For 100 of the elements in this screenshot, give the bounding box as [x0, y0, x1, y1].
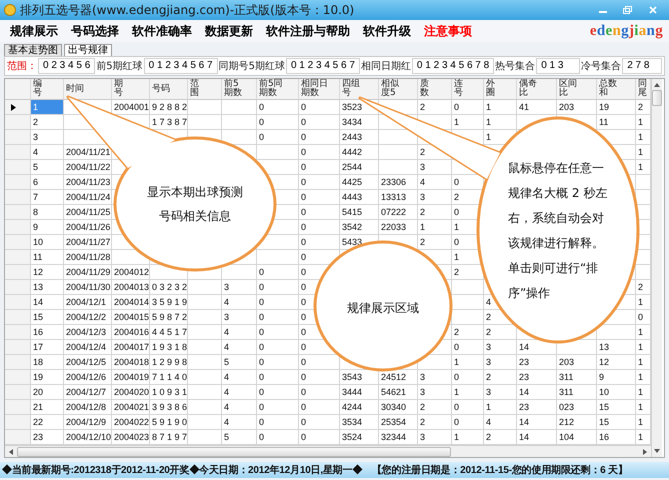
tab[interactable]: 出号规律	[64, 44, 112, 56]
table-cell: 3	[484, 355, 517, 370]
column-header[interactable]: 号码	[150, 79, 188, 100]
column-header[interactable]: 相似度5	[379, 79, 418, 100]
table-cell: 2004/11/25	[64, 205, 112, 220]
table-cell: 3	[222, 280, 257, 296]
table-cell: 203	[557, 355, 597, 370]
table-cell: 11	[597, 115, 636, 130]
table-cell: 2004022	[112, 415, 150, 430]
row-header[interactable]	[5, 100, 31, 116]
table-cell: 2	[418, 100, 452, 116]
column-header[interactable]: 期号	[112, 79, 150, 100]
column-header[interactable]: 前5期数	[222, 79, 257, 100]
table-cell: 2004020	[112, 385, 150, 400]
table-cell: 1	[484, 400, 517, 416]
table-cell: 9	[31, 220, 64, 236]
current-row-icon	[11, 104, 16, 111]
coin-icon	[4, 4, 16, 16]
table-cell: 1	[418, 220, 452, 236]
filter-field[interactable]: 0 1 2 3 4 5 6 7	[144, 58, 218, 74]
table-cell: 2004/12/2	[64, 310, 112, 326]
table-cell: 3	[222, 310, 257, 326]
table-cell: 3	[31, 130, 64, 146]
filter-label: 范围：	[7, 60, 37, 73]
filter-field[interactable]: 0 1 2 3 4 5 6 7	[286, 58, 360, 74]
scrollbar-thumb[interactable]	[652, 90, 662, 106]
table-cell: 4443	[340, 190, 379, 206]
table-cell: 0	[299, 205, 340, 220]
column-header[interactable]: 偶奇比	[517, 79, 557, 100]
menu-item[interactable]: 软件升级	[363, 22, 411, 40]
table-cell: 5	[222, 355, 257, 370]
column-header[interactable]: 外圈	[484, 79, 517, 100]
menu-item[interactable]: 软件准确率	[132, 22, 192, 40]
close-icon	[649, 6, 657, 14]
table-cell: 0 3 2 3 2	[150, 280, 188, 296]
filter-field[interactable]: 2 7 8	[622, 58, 662, 74]
table-cell: 2004/12/1	[64, 295, 112, 310]
column-header[interactable]: 范围	[188, 79, 222, 100]
table-cell: 0	[257, 115, 299, 130]
table-cell: 0	[299, 115, 340, 130]
table-cell: 19	[31, 370, 64, 386]
scrollbar-thumb[interactable]	[17, 446, 451, 457]
table-cell: 1 9 3 1 8	[150, 340, 188, 356]
table-cell: 2	[418, 235, 452, 250]
table-cell	[379, 145, 418, 160]
table-cell: 3434	[340, 115, 379, 130]
table-cell: 14	[517, 415, 557, 430]
table-cell: 10	[597, 385, 636, 400]
table-cell: 1	[31, 100, 64, 116]
table-cell: 4	[31, 145, 64, 160]
table-cell: 2004/12/5	[64, 355, 112, 370]
table-cell: 18	[31, 355, 64, 370]
table-cell: 2	[484, 370, 517, 386]
column-header[interactable]: 总数和	[597, 79, 636, 100]
filter-field[interactable]: 0 1 3	[536, 58, 580, 74]
table-cell: 4	[418, 175, 452, 190]
menu-item[interactable]: 注意事项	[424, 22, 472, 40]
table-cell	[188, 385, 222, 400]
table-cell: 2004/12/3	[64, 325, 112, 340]
filter-field[interactable]: 0 2 3 4 5 6	[38, 58, 96, 74]
column-header[interactable]: 相同日期数	[299, 79, 340, 100]
table-cell: 0	[299, 235, 340, 250]
table-cell: 4 4 5 1 7	[150, 325, 188, 340]
table-cell: 2004018	[112, 355, 150, 370]
table-cell: 15	[597, 415, 636, 430]
table-cell: 3542	[340, 220, 379, 236]
column-header[interactable]: 质数	[418, 79, 452, 100]
table-cell: 0	[257, 130, 299, 146]
table-cell: 4	[484, 415, 517, 430]
horizontal-scrollbar[interactable]	[5, 445, 651, 457]
table-cell: 13	[31, 280, 64, 296]
table-cell: 5415	[340, 205, 379, 220]
filter-field[interactable]: 0 1 2 3 4 5 6 7 8	[412, 58, 494, 74]
table-cell: 2004016	[112, 325, 150, 340]
vertical-scrollbar[interactable]	[651, 79, 662, 457]
column-header[interactable]: 前5同期数	[257, 79, 299, 100]
table-cell: 10	[31, 235, 64, 250]
table-cell	[222, 115, 257, 130]
tab[interactable]: 基本走势图	[4, 44, 62, 56]
column-header[interactable]: 区间比	[557, 79, 597, 100]
table-cell: 0	[299, 220, 340, 236]
table-cell: 22	[31, 415, 64, 430]
table-cell: 2544	[340, 160, 379, 176]
table-cell: 0	[299, 190, 340, 206]
filter-label: 冷号集合	[581, 60, 622, 73]
table-cell: 3	[484, 340, 517, 356]
callout-text: 显示本期出球预测号码相关信息	[146, 184, 244, 225]
table-cell: 0	[299, 385, 340, 400]
menu-item[interactable]: 号码选择	[71, 22, 119, 40]
table-cell: 311	[557, 370, 597, 386]
menu-item[interactable]: 数据更新	[205, 22, 253, 40]
table-cell: 1	[452, 355, 484, 370]
callout-text: 规律展示区域	[346, 300, 420, 317]
table-cell: 2	[452, 325, 484, 340]
table-cell	[222, 100, 257, 116]
column-header[interactable]: 连号	[452, 79, 484, 100]
table-cell: 3534	[340, 415, 379, 430]
table-cell: 0	[257, 310, 299, 326]
menu-item[interactable]: 软件注册与帮助	[266, 22, 350, 40]
menu-item[interactable]: 规律展示	[10, 22, 58, 40]
